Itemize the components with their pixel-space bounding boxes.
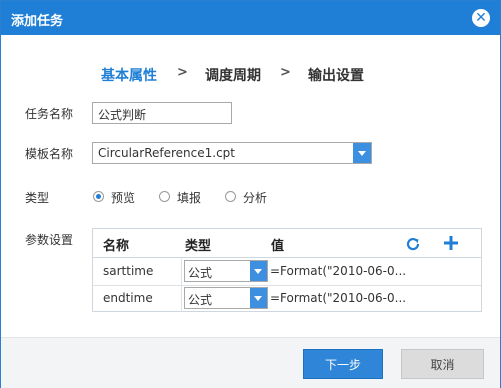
col-type-header: 类型 (185, 239, 212, 254)
radio-fill[interactable] (159, 191, 170, 202)
chevron-down-icon[interactable] (353, 143, 371, 163)
param-name: endtime (103, 291, 153, 305)
wizard-steps: 基本属性 > 调度周期 > 输出设置 (1, 65, 500, 85)
chevron-down-icon[interactable] (250, 288, 267, 308)
step-output[interactable]: 输出设置 (308, 65, 364, 85)
radio-preview[interactable] (93, 191, 104, 202)
column-divider (181, 258, 182, 285)
col-value-header: 值 (271, 239, 285, 254)
plus-icon[interactable] (442, 234, 460, 252)
step-separator: > (177, 65, 188, 80)
template-value: CircularReference1.cpt (98, 146, 236, 160)
task-name-input[interactable]: 公式判断 (92, 102, 232, 124)
params-label: 参数设置 (25, 233, 74, 247)
column-divider (181, 285, 182, 312)
step-basic[interactable]: 基本属性 (101, 65, 157, 85)
param-name: sarttime (103, 264, 154, 278)
params-table-header: 名称 类型 值 (93, 229, 481, 258)
param-type-value: 公式 (188, 293, 213, 307)
task-name-label: 任务名称 (25, 107, 74, 121)
template-select[interactable]: CircularReference1.cpt (92, 142, 372, 164)
dialog-title: 添加任务 (11, 14, 64, 29)
template-label: 模板名称 (25, 147, 74, 161)
param-value[interactable]: =Format("2010-06-0... (270, 291, 406, 305)
radio-analysis[interactable] (225, 191, 236, 202)
type-label: 类型 (25, 191, 50, 205)
table-row: endtime 公式 =Format("2010-06-0... (93, 285, 481, 312)
step-separator: > (280, 65, 291, 80)
param-type-value: 公式 (188, 266, 213, 280)
radio-fill-label: 填报 (177, 191, 202, 205)
add-task-dialog: 添加任务 ✕ 基本属性 > 调度周期 > 输出设置 任务名称 公式判断 模板名称… (0, 0, 501, 388)
col-name-header: 名称 (103, 239, 130, 254)
radio-preview-label: 预览 (111, 191, 136, 205)
refresh-icon[interactable] (405, 236, 421, 252)
param-type-select[interactable]: 公式 (184, 260, 268, 282)
dialog-titlebar: 添加任务 ✕ (1, 1, 500, 35)
dialog-footer: 下一步 取消 (1, 337, 500, 388)
chevron-down-icon[interactable] (250, 261, 267, 281)
radio-analysis-label: 分析 (243, 191, 268, 205)
params-table: 名称 类型 值 sarttime 公式 =Format("2010-06-0..… (92, 228, 482, 312)
close-icon[interactable]: ✕ (472, 9, 490, 27)
next-button[interactable]: 下一步 (303, 349, 383, 379)
cancel-button[interactable]: 取消 (401, 349, 484, 379)
step-schedule[interactable]: 调度周期 (205, 65, 261, 85)
table-row: sarttime 公式 =Format("2010-06-0... (93, 258, 481, 286)
param-type-select[interactable]: 公式 (184, 287, 268, 309)
param-value[interactable]: =Format("2010-06-0... (270, 264, 406, 278)
